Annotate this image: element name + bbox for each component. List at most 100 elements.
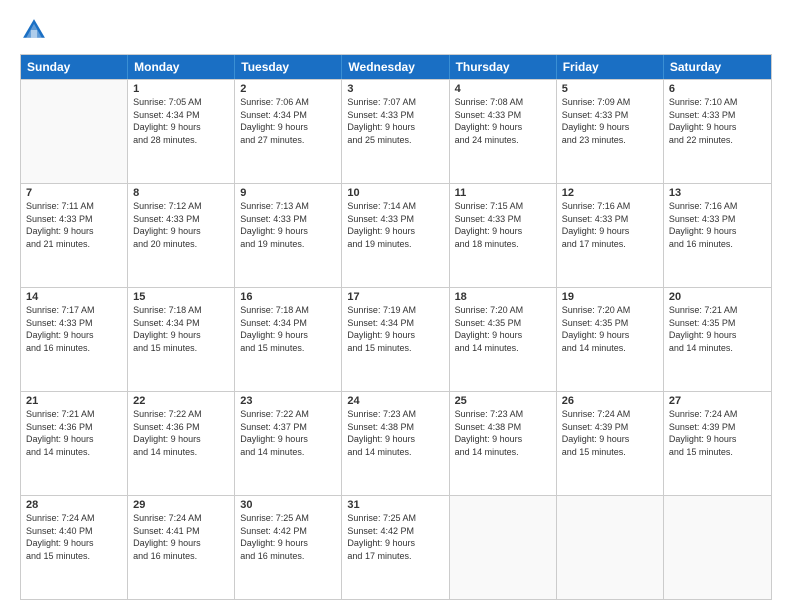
day-number: 17 <box>347 291 443 303</box>
day-info: Sunrise: 7:23 AM Sunset: 4:38 PM Dayligh… <box>455 408 551 458</box>
day-info: Sunrise: 7:12 AM Sunset: 4:33 PM Dayligh… <box>133 200 229 250</box>
day-number: 27 <box>669 395 766 407</box>
day-info: Sunrise: 7:18 AM Sunset: 4:34 PM Dayligh… <box>133 304 229 354</box>
calendar: SundayMondayTuesdayWednesdayThursdayFrid… <box>20 54 772 600</box>
calendar-header: SundayMondayTuesdayWednesdayThursdayFrid… <box>21 55 771 79</box>
day-info: Sunrise: 7:07 AM Sunset: 4:33 PM Dayligh… <box>347 96 443 146</box>
day-number: 3 <box>347 83 443 95</box>
day-cell-27: 27Sunrise: 7:24 AM Sunset: 4:39 PM Dayli… <box>664 392 771 495</box>
day-cell-15: 15Sunrise: 7:18 AM Sunset: 4:34 PM Dayli… <box>128 288 235 391</box>
header-day-tuesday: Tuesday <box>235 55 342 79</box>
day-cell-29: 29Sunrise: 7:24 AM Sunset: 4:41 PM Dayli… <box>128 496 235 599</box>
header-day-sunday: Sunday <box>21 55 128 79</box>
empty-cell-4-4 <box>450 496 557 599</box>
day-info: Sunrise: 7:23 AM Sunset: 4:38 PM Dayligh… <box>347 408 443 458</box>
calendar-row-2: 14Sunrise: 7:17 AM Sunset: 4:33 PM Dayli… <box>21 287 771 391</box>
header-day-saturday: Saturday <box>664 55 771 79</box>
day-number: 25 <box>455 395 551 407</box>
day-cell-8: 8Sunrise: 7:12 AM Sunset: 4:33 PM Daylig… <box>128 184 235 287</box>
day-cell-1: 1Sunrise: 7:05 AM Sunset: 4:34 PM Daylig… <box>128 80 235 183</box>
day-cell-4: 4Sunrise: 7:08 AM Sunset: 4:33 PM Daylig… <box>450 80 557 183</box>
day-number: 19 <box>562 291 658 303</box>
day-number: 7 <box>26 187 122 199</box>
day-number: 18 <box>455 291 551 303</box>
header-day-wednesday: Wednesday <box>342 55 449 79</box>
day-number: 2 <box>240 83 336 95</box>
day-info: Sunrise: 7:22 AM Sunset: 4:36 PM Dayligh… <box>133 408 229 458</box>
header-day-friday: Friday <box>557 55 664 79</box>
day-info: Sunrise: 7:11 AM Sunset: 4:33 PM Dayligh… <box>26 200 122 250</box>
day-info: Sunrise: 7:24 AM Sunset: 4:41 PM Dayligh… <box>133 512 229 562</box>
day-number: 8 <box>133 187 229 199</box>
day-cell-14: 14Sunrise: 7:17 AM Sunset: 4:33 PM Dayli… <box>21 288 128 391</box>
day-cell-30: 30Sunrise: 7:25 AM Sunset: 4:42 PM Dayli… <box>235 496 342 599</box>
day-number: 29 <box>133 499 229 511</box>
calendar-row-4: 28Sunrise: 7:24 AM Sunset: 4:40 PM Dayli… <box>21 495 771 599</box>
day-number: 12 <box>562 187 658 199</box>
day-number: 14 <box>26 291 122 303</box>
day-info: Sunrise: 7:25 AM Sunset: 4:42 PM Dayligh… <box>240 512 336 562</box>
day-info: Sunrise: 7:17 AM Sunset: 4:33 PM Dayligh… <box>26 304 122 354</box>
day-cell-10: 10Sunrise: 7:14 AM Sunset: 4:33 PM Dayli… <box>342 184 449 287</box>
day-cell-7: 7Sunrise: 7:11 AM Sunset: 4:33 PM Daylig… <box>21 184 128 287</box>
day-number: 28 <box>26 499 122 511</box>
day-info: Sunrise: 7:14 AM Sunset: 4:33 PM Dayligh… <box>347 200 443 250</box>
day-number: 20 <box>669 291 766 303</box>
day-info: Sunrise: 7:18 AM Sunset: 4:34 PM Dayligh… <box>240 304 336 354</box>
day-cell-16: 16Sunrise: 7:18 AM Sunset: 4:34 PM Dayli… <box>235 288 342 391</box>
day-number: 1 <box>133 83 229 95</box>
day-number: 13 <box>669 187 766 199</box>
day-cell-19: 19Sunrise: 7:20 AM Sunset: 4:35 PM Dayli… <box>557 288 664 391</box>
day-cell-25: 25Sunrise: 7:23 AM Sunset: 4:38 PM Dayli… <box>450 392 557 495</box>
day-number: 30 <box>240 499 336 511</box>
day-number: 22 <box>133 395 229 407</box>
day-info: Sunrise: 7:24 AM Sunset: 4:40 PM Dayligh… <box>26 512 122 562</box>
day-number: 21 <box>26 395 122 407</box>
day-info: Sunrise: 7:21 AM Sunset: 4:36 PM Dayligh… <box>26 408 122 458</box>
day-cell-11: 11Sunrise: 7:15 AM Sunset: 4:33 PM Dayli… <box>450 184 557 287</box>
day-info: Sunrise: 7:16 AM Sunset: 4:33 PM Dayligh… <box>669 200 766 250</box>
day-number: 24 <box>347 395 443 407</box>
day-number: 4 <box>455 83 551 95</box>
header-day-monday: Monday <box>128 55 235 79</box>
day-cell-20: 20Sunrise: 7:21 AM Sunset: 4:35 PM Dayli… <box>664 288 771 391</box>
header <box>20 16 772 44</box>
day-cell-22: 22Sunrise: 7:22 AM Sunset: 4:36 PM Dayli… <box>128 392 235 495</box>
empty-cell-4-6 <box>664 496 771 599</box>
day-info: Sunrise: 7:20 AM Sunset: 4:35 PM Dayligh… <box>455 304 551 354</box>
day-cell-23: 23Sunrise: 7:22 AM Sunset: 4:37 PM Dayli… <box>235 392 342 495</box>
day-cell-21: 21Sunrise: 7:21 AM Sunset: 4:36 PM Dayli… <box>21 392 128 495</box>
day-cell-18: 18Sunrise: 7:20 AM Sunset: 4:35 PM Dayli… <box>450 288 557 391</box>
day-number: 5 <box>562 83 658 95</box>
day-cell-6: 6Sunrise: 7:10 AM Sunset: 4:33 PM Daylig… <box>664 80 771 183</box>
day-number: 11 <box>455 187 551 199</box>
day-number: 26 <box>562 395 658 407</box>
empty-cell-0-0 <box>21 80 128 183</box>
day-info: Sunrise: 7:19 AM Sunset: 4:34 PM Dayligh… <box>347 304 443 354</box>
day-info: Sunrise: 7:24 AM Sunset: 4:39 PM Dayligh… <box>669 408 766 458</box>
day-cell-9: 9Sunrise: 7:13 AM Sunset: 4:33 PM Daylig… <box>235 184 342 287</box>
day-cell-24: 24Sunrise: 7:23 AM Sunset: 4:38 PM Dayli… <box>342 392 449 495</box>
day-cell-3: 3Sunrise: 7:07 AM Sunset: 4:33 PM Daylig… <box>342 80 449 183</box>
day-info: Sunrise: 7:22 AM Sunset: 4:37 PM Dayligh… <box>240 408 336 458</box>
day-number: 15 <box>133 291 229 303</box>
day-cell-31: 31Sunrise: 7:25 AM Sunset: 4:42 PM Dayli… <box>342 496 449 599</box>
day-cell-13: 13Sunrise: 7:16 AM Sunset: 4:33 PM Dayli… <box>664 184 771 287</box>
day-info: Sunrise: 7:16 AM Sunset: 4:33 PM Dayligh… <box>562 200 658 250</box>
day-number: 23 <box>240 395 336 407</box>
day-number: 16 <box>240 291 336 303</box>
calendar-row-0: 1Sunrise: 7:05 AM Sunset: 4:34 PM Daylig… <box>21 79 771 183</box>
calendar-row-1: 7Sunrise: 7:11 AM Sunset: 4:33 PM Daylig… <box>21 183 771 287</box>
day-cell-2: 2Sunrise: 7:06 AM Sunset: 4:34 PM Daylig… <box>235 80 342 183</box>
day-cell-28: 28Sunrise: 7:24 AM Sunset: 4:40 PM Dayli… <box>21 496 128 599</box>
day-info: Sunrise: 7:10 AM Sunset: 4:33 PM Dayligh… <box>669 96 766 146</box>
day-info: Sunrise: 7:06 AM Sunset: 4:34 PM Dayligh… <box>240 96 336 146</box>
day-number: 9 <box>240 187 336 199</box>
day-info: Sunrise: 7:05 AM Sunset: 4:34 PM Dayligh… <box>133 96 229 146</box>
day-info: Sunrise: 7:15 AM Sunset: 4:33 PM Dayligh… <box>455 200 551 250</box>
day-number: 6 <box>669 83 766 95</box>
empty-cell-4-5 <box>557 496 664 599</box>
day-cell-5: 5Sunrise: 7:09 AM Sunset: 4:33 PM Daylig… <box>557 80 664 183</box>
day-number: 10 <box>347 187 443 199</box>
day-cell-17: 17Sunrise: 7:19 AM Sunset: 4:34 PM Dayli… <box>342 288 449 391</box>
